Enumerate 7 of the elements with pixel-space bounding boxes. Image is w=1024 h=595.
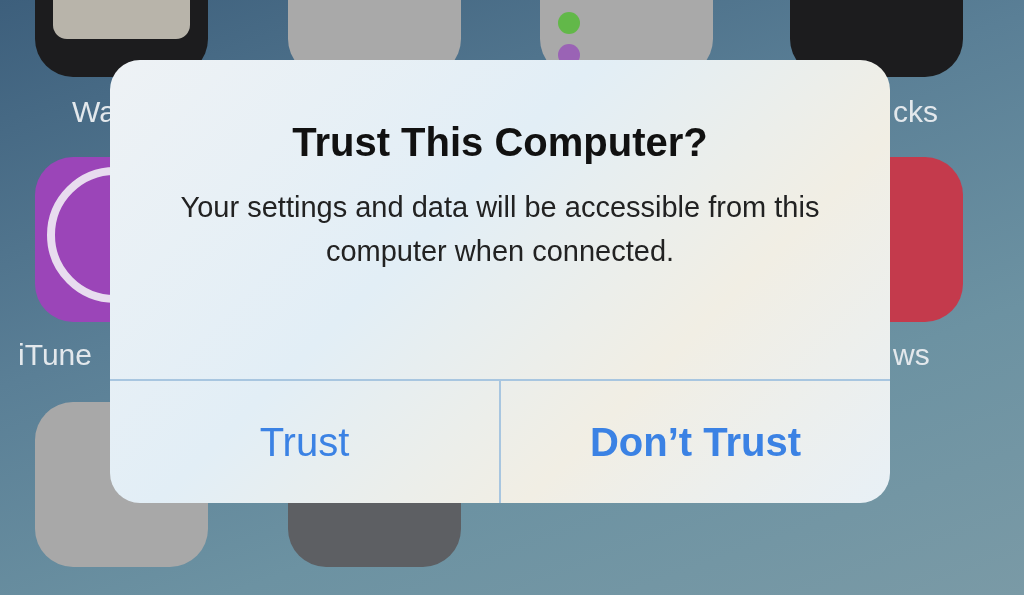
- app-label: iTune: [18, 338, 92, 372]
- alert-button[interactable]: Don’t Trust: [499, 381, 890, 503]
- alert-title: Trust This Computer?: [292, 120, 708, 165]
- alert-message: Your settings and data will be accessible from this computer when connected.: [179, 190, 821, 269]
- alert-button[interactable]: Trust: [110, 381, 499, 503]
- app-label: cks: [893, 95, 938, 129]
- app-label: ws: [893, 338, 930, 372]
